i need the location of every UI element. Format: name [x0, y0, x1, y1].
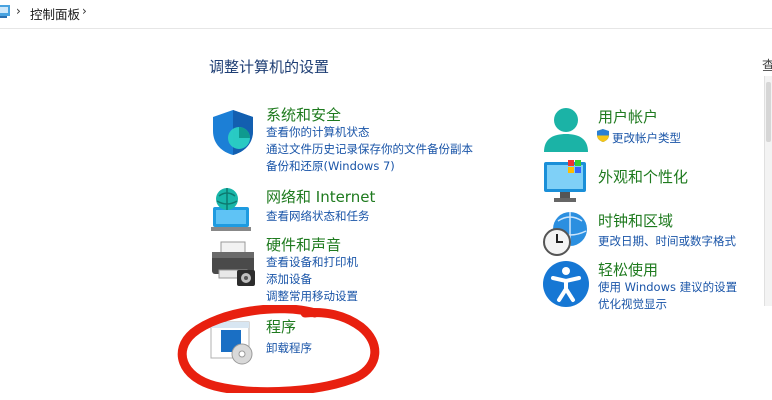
- link-uninstall-program[interactable]: 卸载程序: [266, 340, 312, 356]
- link-windows-recommended-settings[interactable]: 使用 Windows 建议的设置: [598, 279, 737, 295]
- network-globe-icon[interactable]: [209, 185, 257, 233]
- clock-globe-icon[interactable]: [542, 209, 590, 257]
- link-network-status[interactable]: 查看网络状态和任务: [266, 208, 370, 224]
- category-network: 网络和 Internet 查看网络状态和任务: [209, 185, 509, 231]
- control-panel-window: › 控制面板 › 调整计算机的设置 查 系统和安全 查看你的计算机状态 通过文件…: [0, 0, 772, 400]
- category-appearance: 外观和个性化: [542, 158, 762, 202]
- system-security-title[interactable]: 系统和安全: [266, 104, 341, 125]
- uac-shield-icon: [597, 129, 609, 142]
- programs-disc-icon[interactable]: [209, 318, 257, 366]
- link-mobility-settings[interactable]: 调整常用移动设置: [266, 288, 358, 304]
- category-clock-region: 时钟和区域 更改日期、时间或数字格式: [542, 207, 762, 257]
- address-bar: › 控制面板 ›: [0, 0, 772, 29]
- link-change-account-type[interactable]: 更改帐户类型: [612, 130, 681, 146]
- shield-icon[interactable]: [209, 108, 257, 156]
- link-view-computer-status[interactable]: 查看你的计算机状态: [266, 124, 370, 140]
- category-user-accounts: 用户帐户 更改帐户类型: [542, 104, 762, 152]
- link-change-date-time-format[interactable]: 更改日期、时间或数字格式: [598, 233, 736, 249]
- link-file-history[interactable]: 通过文件历史记录保存你的文件备份副本: [266, 141, 473, 157]
- chevron-right-icon: ›: [16, 4, 21, 18]
- printer-icon[interactable]: [209, 240, 257, 288]
- view-by-link[interactable]: 查: [762, 55, 772, 74]
- clock-region-title[interactable]: 时钟和区域: [598, 210, 673, 231]
- ease-of-access-title[interactable]: 轻松使用: [598, 259, 658, 280]
- category-ease-of-access: 轻松使用 使用 Windows 建议的设置 优化视觉显示: [542, 258, 767, 312]
- category-system-security: 系统和安全 查看你的计算机状态 通过文件历史记录保存你的文件备份副本 备份和还原…: [209, 104, 509, 176]
- monitor-palette-icon[interactable]: [542, 158, 590, 206]
- network-internet-title[interactable]: 网络和 Internet: [266, 186, 375, 207]
- link-optimize-visual-display[interactable]: 优化视觉显示: [598, 296, 667, 312]
- link-backup-restore[interactable]: 备份和还原(Windows 7): [266, 158, 395, 174]
- chevron-right-icon[interactable]: ›: [82, 4, 87, 18]
- category-hardware: 硬件和声音 查看设备和打印机 添加设备 调整常用移动设置: [209, 234, 509, 306]
- programs-title[interactable]: 程序: [266, 316, 296, 337]
- link-devices-printers[interactable]: 查看设备和打印机: [266, 254, 358, 270]
- user-icon[interactable]: [542, 106, 590, 154]
- page-title: 调整计算机的设置: [209, 58, 330, 76]
- breadcrumb-control-panel[interactable]: 控制面板: [30, 4, 80, 23]
- category-programs: 程序 卸载程序: [209, 316, 409, 365]
- hardware-sound-title[interactable]: 硬件和声音: [266, 234, 341, 255]
- accessibility-icon[interactable]: [542, 260, 590, 308]
- scrollbar-thumb[interactable]: [766, 82, 771, 142]
- user-accounts-title[interactable]: 用户帐户: [598, 106, 658, 127]
- control-panel-icon: [0, 5, 10, 18]
- link-add-device[interactable]: 添加设备: [266, 271, 312, 287]
- appearance-title[interactable]: 外观和个性化: [598, 166, 688, 187]
